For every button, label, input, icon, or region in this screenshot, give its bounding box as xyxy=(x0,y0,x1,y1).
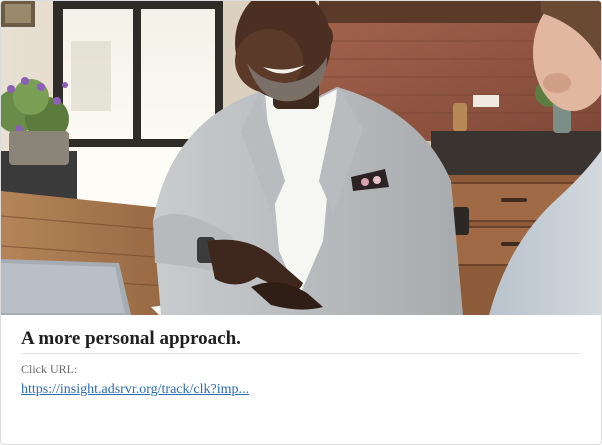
ad-text: A more personal approach. Click URL: htt… xyxy=(21,327,581,398)
ad-image[interactable] xyxy=(1,1,601,315)
ad-headline[interactable]: A more personal approach. xyxy=(21,327,581,354)
click-url-label: Click URL: xyxy=(21,362,78,376)
ad-card[interactable]: A more personal approach. Click URL: htt… xyxy=(0,0,602,445)
click-url-link[interactable]: https://insight.adsrvr.org/track/clk?imp… xyxy=(21,381,249,398)
